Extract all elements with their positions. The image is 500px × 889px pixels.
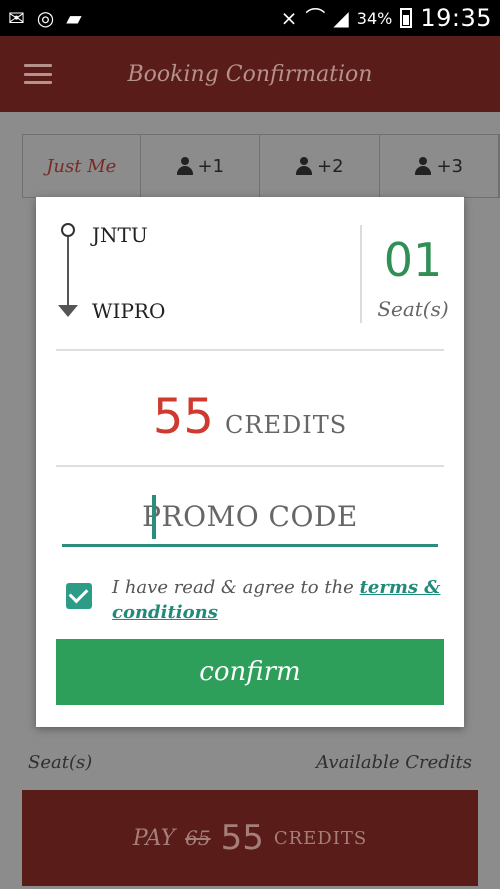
background-available-credits-label: Available Credits — [316, 752, 472, 773]
route-summary: JNTU WIPRO — [56, 223, 336, 323]
origin-dot-icon — [61, 223, 75, 237]
route-from: JNTU — [92, 223, 148, 247]
agree-checkbox[interactable] — [66, 583, 92, 609]
text-cursor — [152, 495, 156, 539]
booking-confirmation-dialog: JNTU WIPRO 01 Seat(s) 55 CREDITS I have … — [36, 197, 464, 727]
app-toolbar: Booking Confirmation — [0, 36, 500, 112]
seat-option-plus-3[interactable]: +3 — [380, 135, 499, 197]
seat-option-plus-1[interactable]: +1 — [141, 135, 261, 197]
wifi-icon: ⌒ — [305, 6, 326, 30]
pay-old-amount: 65 — [185, 826, 211, 850]
pay-label: PAY — [132, 825, 176, 851]
promo-code-field[interactable] — [62, 489, 438, 547]
seat-option-label: +1 — [197, 155, 225, 177]
page-title: Booking Confirmation — [127, 61, 373, 87]
mute-icon: ⨯ — [280, 6, 298, 30]
route-line — [67, 237, 69, 305]
credits-amount: 55 — [152, 389, 214, 445]
whatsapp-icon: ◎ — [36, 6, 55, 30]
signal-icon: ◢ — [333, 6, 349, 30]
destination-arrow-icon — [58, 305, 78, 317]
battery-percent: 34% — [356, 8, 393, 28]
agree-text-label: I have read & agree to the — [112, 577, 360, 598]
seat-option-label: +2 — [316, 155, 344, 177]
pay-unit: CREDITS — [273, 827, 368, 849]
divider — [56, 465, 444, 467]
seat-option-label: Just Me — [46, 155, 117, 177]
route-to: WIPRO — [92, 299, 166, 323]
seat-option-plus-2[interactable]: +2 — [260, 135, 380, 197]
pay-button[interactable]: PAY 65 55 CREDITS — [22, 790, 478, 886]
divider — [56, 349, 444, 351]
person-icon — [176, 157, 194, 175]
mail-icon: ✉ — [8, 6, 25, 30]
seats-label: Seat(s) — [377, 297, 449, 321]
seat-option-label: +3 — [436, 155, 464, 177]
person-icon — [295, 157, 313, 175]
seat-option-just-me[interactable]: Just Me — [23, 135, 141, 197]
seats-count: 01 — [383, 233, 443, 287]
app-notification-icon: ▰ — [66, 6, 82, 30]
terms-agreement: I have read & agree to the terms & condi… — [66, 575, 446, 625]
credits-summary: 55 CREDITS — [36, 389, 464, 445]
credits-unit: CREDITS — [225, 411, 348, 439]
promo-code-input[interactable] — [62, 489, 438, 544]
clock: 19:35 — [420, 4, 492, 32]
agree-text: I have read & agree to the terms & condi… — [112, 575, 446, 625]
pay-amount: 55 — [220, 818, 264, 858]
background-seats-label: Seat(s) — [28, 752, 93, 773]
status-bar: ✉ ◎ ▰ ⨯ ⌒ ◢ 34% 19:35 — [0, 0, 500, 36]
battery-icon — [400, 8, 413, 28]
seat-selector: Just Me +1 +2 +3 — [22, 134, 500, 198]
confirm-button[interactable]: confirm — [56, 639, 444, 705]
person-icon — [414, 157, 432, 175]
